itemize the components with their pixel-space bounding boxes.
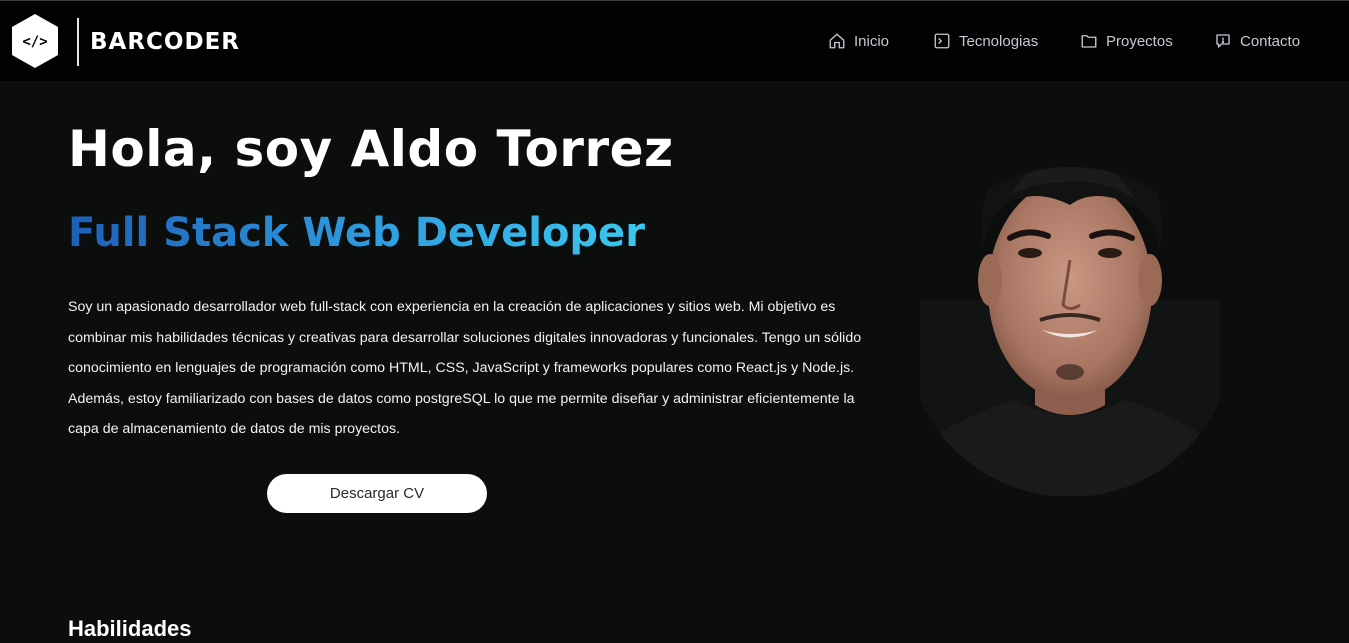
- folder-icon: [1081, 35, 1097, 48]
- nav-item-label: Inicio: [854, 32, 890, 50]
- nav-item-inicio[interactable]: Inicio: [828, 32, 889, 50]
- logo-divider: [77, 18, 79, 66]
- chat-icon: [1216, 34, 1230, 48]
- home-icon: [829, 33, 845, 49]
- hero-description: Soy un apasionado desarrollador web full…: [68, 299, 862, 437]
- nav-item-proyectos[interactable]: Proyectos: [1080, 32, 1173, 50]
- download-cv-button[interactable]: Descargar CV: [267, 474, 487, 513]
- hero-subtitle: Full Stack Web Developer: [68, 210, 645, 256]
- nav-item-label: Proyectos: [1106, 32, 1173, 50]
- skills-section-title: Habilidades: [68, 616, 192, 641]
- logo-icon[interactable]: </>: [10, 13, 60, 69]
- nav-item-label: Contacto: [1240, 32, 1301, 50]
- profile-photo: [920, 167, 1220, 496]
- logo-glyph: </>: [22, 34, 47, 50]
- navbar: </> BARCODER Inicio Tecnologias Proyecto…: [0, 0, 1349, 81]
- hero-title: Hola, soy Aldo Torrez: [68, 120, 674, 178]
- nav-item-label: Tecnologias: [959, 32, 1039, 50]
- brand-name[interactable]: BARCODER: [90, 29, 240, 55]
- nav-item-contacto[interactable]: Contacto: [1214, 32, 1300, 50]
- nav-item-tecnologias[interactable]: Tecnologias: [933, 32, 1038, 50]
- terminal-icon: [934, 33, 950, 49]
